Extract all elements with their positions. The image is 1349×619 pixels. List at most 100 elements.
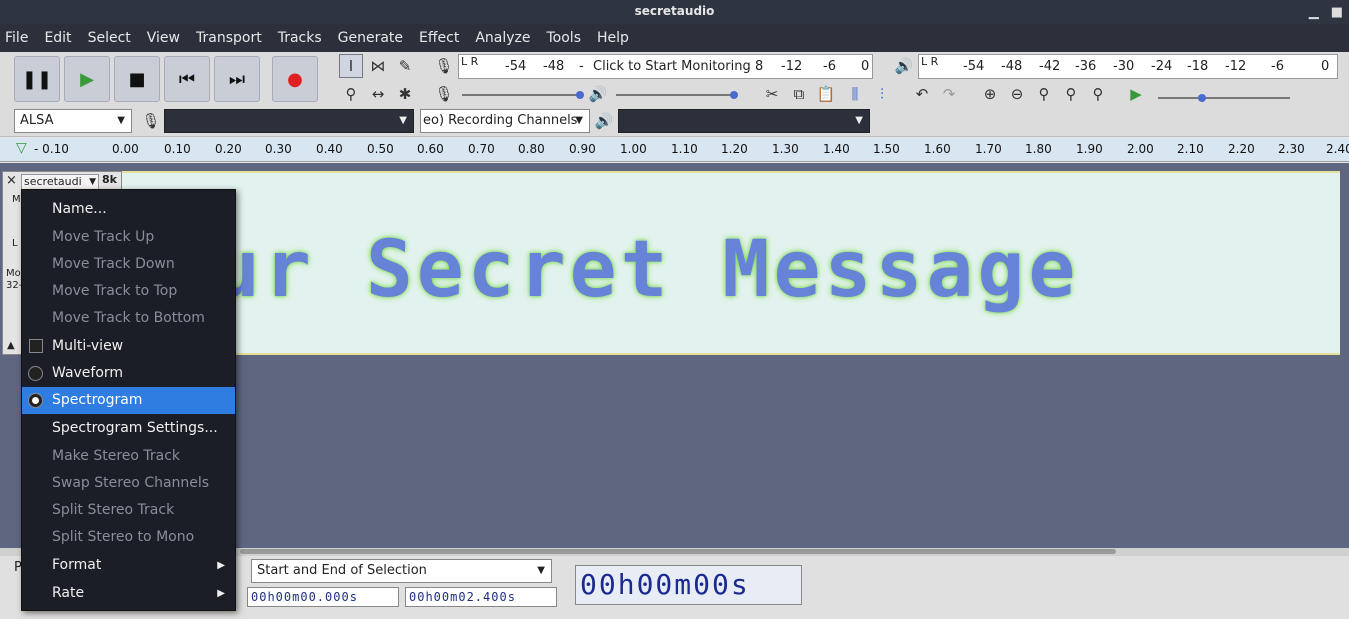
- skip-end-button[interactable]: ⏭: [214, 56, 260, 102]
- scrollbar-thumb[interactable]: [240, 549, 1116, 554]
- track-name-button[interactable]: secretaudi ▼: [21, 174, 99, 190]
- ruler-tick: 1.90: [1076, 142, 1103, 156]
- play-head-icon[interactable]: ▽: [16, 140, 27, 156]
- play-meter-speaker-icon[interactable]: 🔊: [892, 54, 916, 78]
- menu-item-swap-stereo-channels: Swap Stereo Channels: [22, 470, 235, 497]
- menu-item-label: Spectrogram Settings...: [52, 420, 218, 436]
- menu-item-spectrogram-settings[interactable]: Spectrogram Settings...: [22, 415, 235, 442]
- menu-analyze[interactable]: Analyze: [475, 30, 530, 46]
- menu-file[interactable]: File: [5, 30, 28, 46]
- fit-selection-icon[interactable]: ⚲: [1032, 82, 1056, 106]
- menu-edit[interactable]: Edit: [44, 30, 71, 46]
- play-speed-slider[interactable]: [1158, 94, 1290, 102]
- undo-icon[interactable]: ↶: [910, 82, 934, 106]
- menu-item-label: Make Stereo Track: [52, 448, 181, 464]
- selection-end-time[interactable]: 00h00m02.400s: [405, 587, 557, 607]
- ruler-tick: 1.50: [873, 142, 900, 156]
- selection-start-time[interactable]: 00h00m00.000s: [247, 587, 399, 607]
- record-tick: -54: [505, 59, 527, 74]
- menu-tracks[interactable]: Tracks: [278, 30, 322, 46]
- close-track-icon[interactable]: ×: [6, 173, 17, 188]
- ruler-tick: 0.00: [112, 142, 139, 156]
- envelope-tool-icon[interactable]: ⋈: [366, 54, 390, 78]
- zoom-tool-icon[interactable]: ⚲: [339, 82, 363, 106]
- zoom-toggle-icon[interactable]: ⚲: [1086, 82, 1110, 106]
- pause-button[interactable]: ❚❚: [14, 56, 60, 102]
- stop-button[interactable]: ■: [114, 56, 160, 102]
- play-at-speed-icon[interactable]: ▶: [1124, 82, 1148, 106]
- collapse-track-icon[interactable]: ▲: [7, 340, 15, 351]
- menu-item-label: Waveform: [52, 365, 124, 381]
- record-volume-slider[interactable]: [462, 91, 584, 99]
- paste-icon[interactable]: 📋: [814, 82, 838, 106]
- menu-item-move-track-up: Move Track Up: [22, 224, 235, 251]
- playback-meter-lr: L R: [921, 55, 939, 68]
- play-tick: -30: [1113, 59, 1135, 74]
- recording-channels-value: eo) Recording Channels: [423, 113, 578, 128]
- playback-device-select[interactable]: ▼: [618, 109, 870, 133]
- play-icon: ▶: [80, 68, 94, 90]
- playback-volume-slider[interactable]: [616, 91, 738, 99]
- audio-position-time[interactable]: 00h00m00s: [575, 565, 802, 605]
- play-tick: -12: [1225, 59, 1247, 74]
- recording-device-mic-icon: 🎙: [141, 112, 161, 130]
- menu-item-label: Move Track to Bottom: [52, 310, 205, 326]
- menu-item-label: Move Track Down: [52, 256, 175, 272]
- ruler-tick: 1.60: [924, 142, 951, 156]
- fit-project-icon[interactable]: ⚲: [1059, 82, 1083, 106]
- copy-icon[interactable]: ⧉: [787, 82, 811, 106]
- menu-transport[interactable]: Transport: [196, 30, 262, 46]
- menu-help[interactable]: Help: [597, 30, 629, 46]
- trim-icon[interactable]: ⫼: [843, 82, 867, 106]
- menu-item-multi-view[interactable]: Multi-view: [22, 333, 235, 360]
- menu-item-rate[interactable]: Rate ▶: [22, 580, 235, 607]
- cut-icon[interactable]: ✂: [760, 82, 784, 106]
- menu-tools[interactable]: Tools: [547, 30, 582, 46]
- menu-item-label: Spectrogram: [52, 392, 143, 408]
- menu-select[interactable]: Select: [88, 30, 131, 46]
- skip-start-button[interactable]: ⏮: [164, 56, 210, 102]
- recording-device-select[interactable]: ▼: [164, 109, 414, 133]
- ruler-tick: 2.40: [1326, 142, 1349, 156]
- recording-channels-select[interactable]: eo) Recording Channels ▼: [420, 109, 590, 133]
- spectrum-max-label: 8k: [102, 173, 117, 186]
- selection-tool-icon[interactable]: I: [339, 54, 363, 78]
- play-button[interactable]: ▶: [64, 56, 110, 102]
- ruler-tick: 0.80: [518, 142, 545, 156]
- menu-generate[interactable]: Generate: [338, 30, 403, 46]
- track-context-menu: Name... Move Track Up Move Track Down Mo…: [21, 189, 236, 611]
- play-tick: -42: [1039, 59, 1061, 74]
- menu-item-label: Multi-view: [52, 338, 124, 354]
- zoom-out-icon[interactable]: ⊖: [1005, 82, 1029, 106]
- chevron-down-icon: ▼: [537, 565, 545, 576]
- record-meter[interactable]: L R -54 -48 - Click to Start Monitoring …: [458, 54, 873, 79]
- menu-effect[interactable]: Effect: [419, 30, 459, 46]
- menu-item-move-track-to-top: Move Track to Top: [22, 278, 235, 305]
- close-window-button[interactable]: ■: [1331, 2, 1343, 24]
- multi-tool-icon[interactable]: ✱: [393, 82, 417, 106]
- click-to-start-monitoring[interactable]: Click to Start Monitoring: [593, 59, 751, 74]
- record-button[interactable]: ●: [272, 56, 318, 102]
- ruler-tick: 2.30: [1278, 142, 1305, 156]
- minimize-button[interactable]: ▁: [1309, 2, 1319, 24]
- timeline-ruler[interactable]: ▽ - 0.10 0.00 0.10 0.20 0.30 0.40 0.50 0…: [0, 138, 1349, 162]
- mute-button[interactable]: M: [12, 194, 21, 205]
- silence-icon[interactable]: ⫶: [870, 82, 894, 106]
- selection-mode-select[interactable]: Start and End of Selection ▼: [251, 559, 552, 583]
- playback-meter[interactable]: L R -54 -48 -42 -36 -30 -24 -18 -12 -6 0: [918, 54, 1338, 79]
- play-tick: -36: [1075, 59, 1097, 74]
- selection-end-value: 00h00m02.400s: [409, 590, 516, 604]
- radio-icon: [28, 366, 43, 381]
- menu-item-name[interactable]: Name...: [22, 196, 235, 223]
- menu-item-spectrogram[interactable]: Spectrogram: [22, 387, 235, 414]
- menu-view[interactable]: View: [147, 30, 180, 46]
- menu-item-waveform[interactable]: Waveform: [22, 360, 235, 387]
- menu-item-format[interactable]: Format ▶: [22, 552, 235, 579]
- zoom-in-icon[interactable]: ⊕: [978, 82, 1002, 106]
- spectrogram-view[interactable]: our Secret Message: [122, 171, 1340, 355]
- record-meter-mic-icon[interactable]: 🎙: [432, 54, 456, 78]
- redo-icon[interactable]: ↷: [937, 82, 961, 106]
- draw-tool-icon[interactable]: ✎: [393, 54, 417, 78]
- timeshift-tool-icon[interactable]: ↔: [366, 82, 390, 106]
- audio-host-select[interactable]: ALSA ▼: [14, 109, 132, 133]
